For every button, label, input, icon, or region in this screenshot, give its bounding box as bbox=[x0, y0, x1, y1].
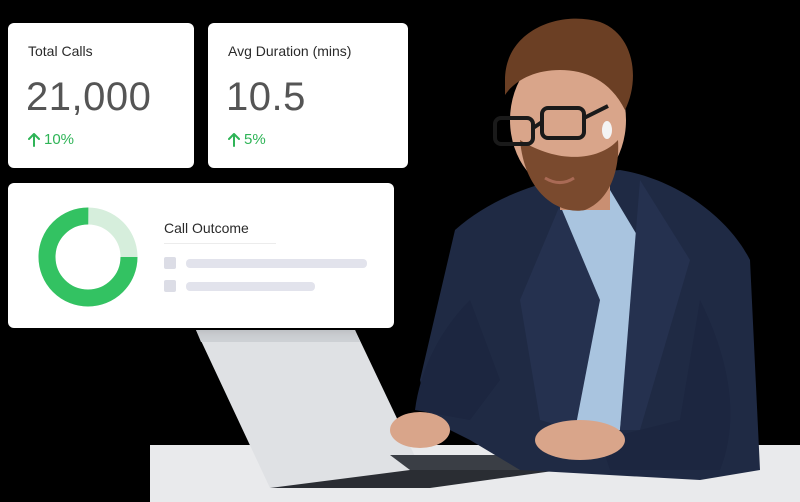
total-calls-value: 21,000 bbox=[26, 75, 152, 119]
legend-row-placeholder bbox=[164, 280, 315, 292]
divider bbox=[164, 243, 276, 244]
total-calls-card: Total Calls 21,000 10% bbox=[8, 23, 194, 168]
total-calls-delta-text: 10% bbox=[44, 131, 75, 148]
legend-label-placeholder bbox=[186, 281, 315, 291]
avg-duration-label: Avg Duration (mins) bbox=[228, 43, 352, 59]
legend-row-placeholder bbox=[164, 257, 367, 269]
call-outcome-title: Call Outcome bbox=[164, 220, 249, 236]
total-calls-delta: 10% bbox=[28, 131, 74, 148]
legend-swatch bbox=[164, 280, 176, 292]
avg-duration-delta: 5% bbox=[228, 131, 266, 148]
call-outcome-donut-chart bbox=[38, 207, 138, 307]
arrow-up-icon bbox=[228, 132, 240, 147]
avg-duration-card: Avg Duration (mins) 10.5 5% bbox=[208, 23, 408, 168]
total-calls-label: Total Calls bbox=[28, 43, 93, 59]
legend-label-placeholder bbox=[186, 258, 367, 268]
legend-swatch bbox=[164, 257, 176, 269]
call-outcome-card: Call Outcome bbox=[8, 183, 394, 328]
arrow-up-icon bbox=[28, 132, 40, 147]
avg-duration-value: 10.5 bbox=[226, 75, 306, 119]
avg-duration-delta-text: 5% bbox=[244, 131, 266, 148]
